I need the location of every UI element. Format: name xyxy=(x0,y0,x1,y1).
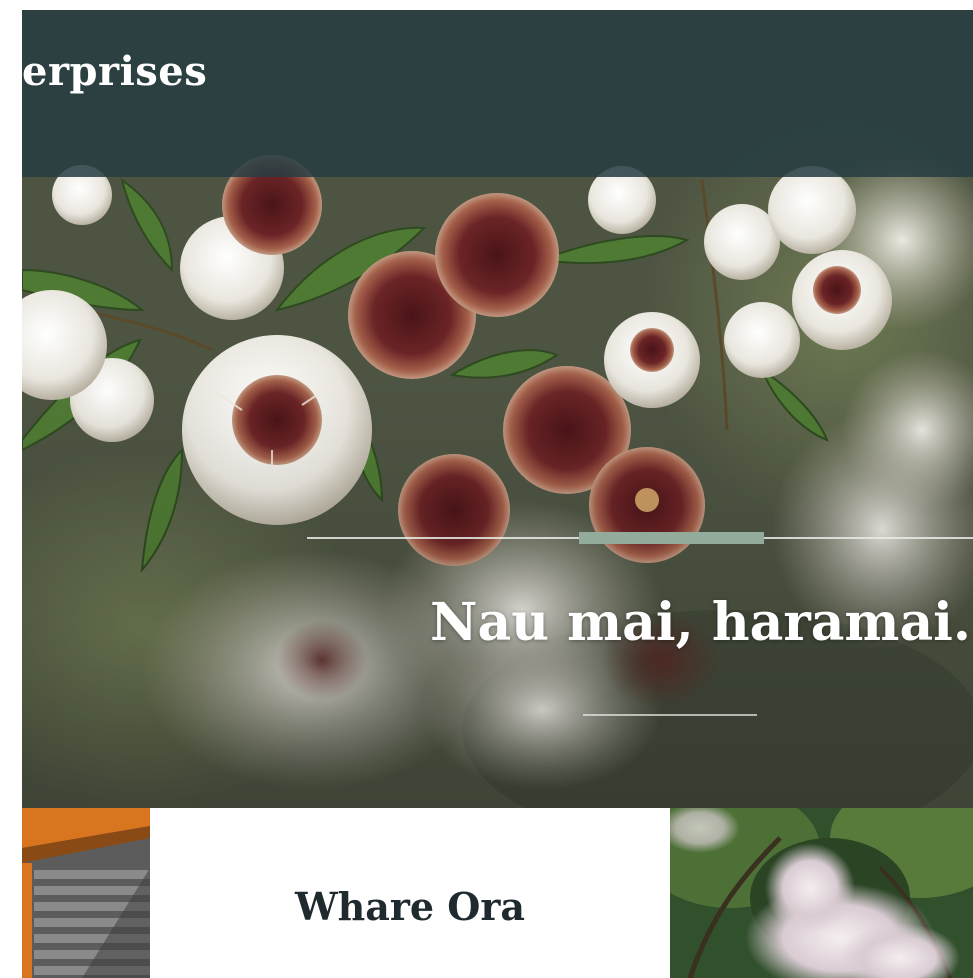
site-brand-name[interactable]: erprises xyxy=(22,48,207,95)
card-whare-ora[interactable]: Whare Ora xyxy=(150,808,670,978)
card-title[interactable]: Whare Ora xyxy=(150,884,670,929)
hero-banner: erprises Nau mai, haramai. xyxy=(22,10,973,808)
hero-accent-bar xyxy=(579,532,764,544)
card-image-manuka-tree[interactable] xyxy=(670,808,973,978)
building-photo xyxy=(22,808,150,978)
site-header-bar: erprises xyxy=(22,10,973,177)
hero-underline xyxy=(583,714,757,716)
card-image-building[interactable] xyxy=(22,808,150,978)
page: erprises Nau mai, haramai. Whare Ora xyxy=(0,0,973,978)
tree-photo xyxy=(670,808,973,978)
hero-heading: Nau mai, haramai. xyxy=(430,592,971,653)
